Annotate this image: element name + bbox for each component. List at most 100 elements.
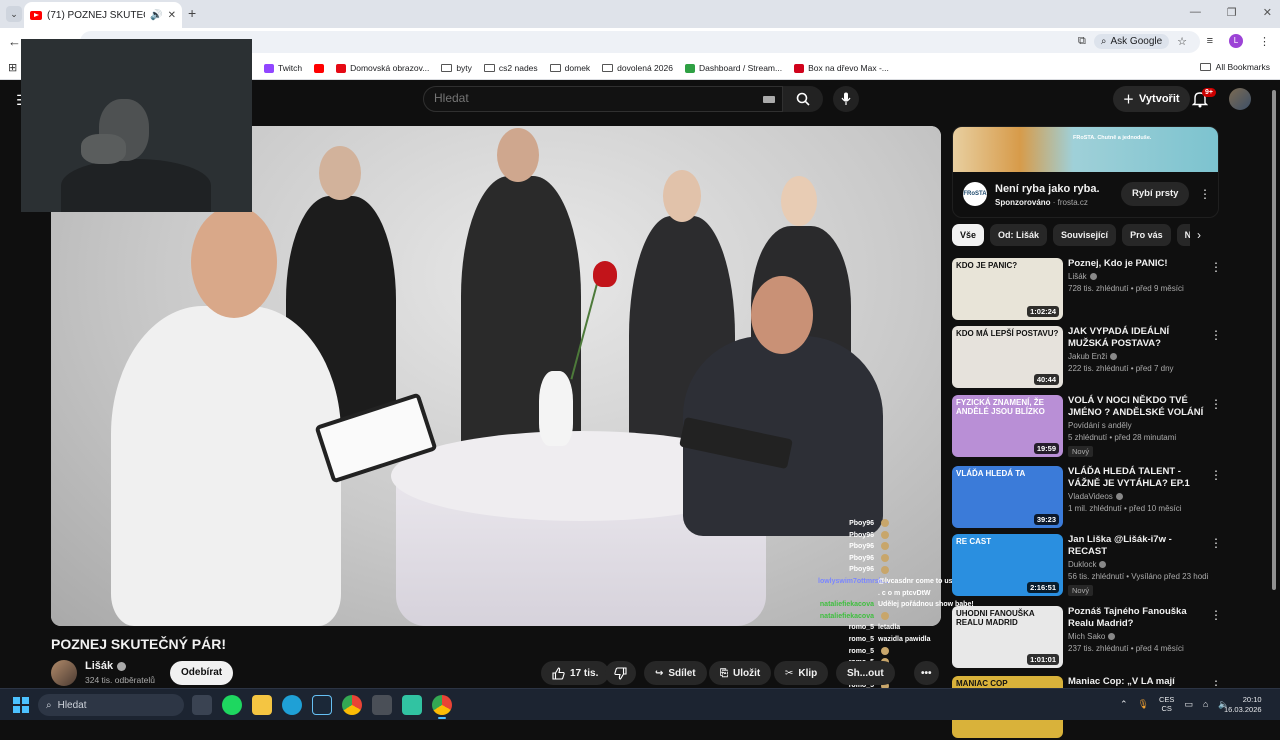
channel-name[interactable]: Lišák [85,660,127,672]
video-thumbnail[interactable]: VLÁĎA HLEDÁ TA 39:23 [952,466,1063,528]
language-indicator[interactable]: CES CS [1159,695,1174,713]
tray-chevron-icon[interactable]: ⌃ [1120,699,1128,710]
browser-menu-icon[interactable]: ⋮ [1259,35,1270,48]
tab-close-icon[interactable]: ✕ [168,10,176,21]
recommended-video[interactable]: KDO JE PANIC? 1:02:24 Poznej, Kdo je PANIC… [952,258,1222,322]
save-button[interactable]: ⎘ Uložit [709,661,772,685]
recommended-title[interactable]: VOLÁ V NOCI NĚKDO TVÉ JMÉNO ? ANDĚLSKÉ V… [1068,395,1208,419]
ad-cta-button[interactable]: Rybí prsty [1121,182,1190,206]
subscribe-button[interactable]: Odebírat [170,661,234,685]
browser-tab[interactable]: (71) POZNEJ SKUTEČNÝ PÁR! 🔊 ✕ [24,2,182,28]
clip-button[interactable]: ✂ Klip [774,661,829,685]
more-options-icon[interactable]: ⋮ [1210,260,1222,274]
recommended-video[interactable]: KDO MÁ LEPŠÍ POSTAVU? 40:44 JAK VYPADÁ IDE… [952,326,1222,390]
new-tab-icon[interactable]: + [188,5,196,21]
bookmark-item[interactable]: Domovská obrazov... [336,63,429,73]
audio-playing-icon[interactable]: 🔊 [150,10,162,21]
search-input[interactable] [434,91,754,105]
chrome-icon[interactable] [342,695,362,715]
back-icon[interactable]: ← [8,34,21,49]
channel-avatar[interactable] [51,660,77,686]
filter-chip[interactable]: Pro vás [1122,224,1171,246]
minimize-icon[interactable]: — [1190,6,1201,19]
network-icon[interactable]: ⌂ [1203,699,1208,709]
more-options-icon[interactable]: ⋮ [1210,608,1222,622]
video-thumbnail[interactable]: RE CAST 2:16:51 [952,534,1063,596]
bookmark-item[interactable]: dovolená 2026 [602,63,673,73]
filter-chip[interactable]: Vše [952,224,985,246]
all-bookmarks-button[interactable]: All Bookmarks [1199,62,1270,72]
voice-search-button[interactable] [833,86,859,112]
filter-chip[interactable]: Od: Lišák [990,224,1048,246]
account-avatar[interactable] [1229,88,1251,110]
bookmark-item[interactable]: Dashboard / Stream... [684,63,782,73]
video-thumbnail[interactable]: UHODNI FANOUŠKA REALU MADRID 1:01:01 [952,606,1063,668]
page-scrollbar[interactable] [1272,90,1276,590]
bookmark-item[interactable] [314,63,325,73]
chips-next-icon[interactable]: › [1197,228,1201,242]
recommended-channel[interactable]: VladaVideos [1068,492,1123,501]
recommended-video[interactable]: RE CAST 2:16:51 Jan Liška @Lišák-i7w - REC… [952,534,1222,598]
recommended-title[interactable]: VLÁĎA HLEDÁ TALENT - VÁŽNĚ JE VYTÁHLA? E… [1068,466,1208,490]
start-button[interactable] [13,697,29,713]
maximize-icon[interactable]: ❐ [1227,6,1237,19]
recommended-title[interactable]: Poznej, Kdo je PANIC! [1068,258,1208,270]
more-actions-button[interactable]: ••• [914,661,939,685]
keyboard-icon[interactable] [763,96,775,103]
file-explorer-icon[interactable] [252,695,272,715]
media-control-icon[interactable]: ≡ [1207,35,1213,47]
more-options-icon[interactable]: ⋮ [1210,536,1222,550]
steam-icon[interactable] [312,695,332,715]
install-app-icon[interactable]: ⧉ [1078,35,1086,48]
app-icon[interactable] [372,695,392,715]
recommended-title[interactable]: JAK VYPADÁ IDEÁLNÍ MUŽSKÁ POSTAVA? [1068,326,1208,350]
search-button[interactable] [783,86,823,112]
taskbar-search[interactable]: ⌕ Hledat [38,694,184,716]
filter-chip[interactable]: Související [1053,224,1117,246]
bookmark-item[interactable]: Twitch [264,63,302,73]
tab-search-button[interactable]: ⌄ [6,6,22,22]
chrome-active-icon[interactable] [432,695,452,719]
microphone-icon[interactable]: 🎙 [1138,699,1149,710]
video-thumbnail[interactable]: KDO JE PANIC? 1:02:24 [952,258,1063,320]
clock[interactable]: 20:10 16.03.2026 [1224,695,1262,715]
share-button[interactable]: ↪ Sdílet [644,661,707,685]
streamlabs-icon[interactable] [402,695,422,715]
spotify-icon[interactable] [222,695,242,715]
task-view-icon[interactable] [192,695,212,715]
display-icon[interactable]: ▭ [1184,699,1193,710]
create-button[interactable]: ＋ Vytvořit [1113,86,1190,112]
video-thumbnail[interactable]: FYZICKÁ ZNAMENÍ, ŽE ANDĚLÉ JSOU BLÍZKO 19… [952,395,1063,457]
more-options-icon[interactable]: ⋮ [1210,468,1222,482]
ad-card[interactable]: FRoSTA. Chutně a jednoduše. FRoSTA Není … [952,126,1219,218]
apps-grid-icon[interactable]: ⊞ [8,61,17,74]
ask-google-button[interactable]: ⌕ Ask Google [1093,34,1170,49]
recommended-channel[interactable]: Lišák [1068,272,1097,281]
recommended-channel[interactable]: Povídání s anděly [1068,421,1132,430]
more-options-icon[interactable]: ⋮ [1210,397,1222,411]
profile-avatar[interactable]: L [1229,34,1243,48]
recommended-video[interactable]: FYZICKÁ ZNAMENÍ, ŽE ANDĚLÉ JSOU BLÍZKO 19… [952,395,1222,459]
more-options-icon[interactable]: ⋮ [1210,328,1222,342]
bookmark-item[interactable]: domek [549,63,590,73]
bookmark-item[interactable]: Box na dřevo Max -... [794,63,889,73]
recommended-title[interactable]: Jan Liška @Lišák-i7w - RECAST [1068,534,1208,558]
recommended-title[interactable]: Poznáš Tajného Fanouška Realu Madrid? [1068,606,1208,630]
shout-button[interactable]: Sh...out [836,661,895,685]
like-button[interactable]: 17 tis. [541,661,610,685]
bookmark-item[interactable]: byty [441,63,472,73]
dislike-button[interactable] [605,661,636,685]
video-thumbnail[interactable]: KDO MÁ LEPŠÍ POSTAVU? 40:44 [952,326,1063,388]
recommended-video[interactable]: VLÁĎA HLEDÁ TA 39:23 VLÁĎA HLEDÁ TALENT - … [952,466,1222,530]
recommended-channel[interactable]: Duklock [1068,560,1107,569]
bookmark-item[interactable]: cs2 nades [483,63,538,73]
edge-icon[interactable] [282,695,302,715]
search-box[interactable] [423,86,783,112]
filter-chip[interactable]: N [1176,224,1190,246]
recommended-channel[interactable]: Jakub Enži [1068,352,1118,361]
recommended-video[interactable]: UHODNI FANOUŠKA REALU MADRID 1:01:01 Pozná… [952,606,1222,670]
recommended-channel[interactable]: Mich Sako [1068,632,1116,641]
bookmark-star-icon[interactable]: ☆ [1177,35,1187,48]
ad-more-icon[interactable]: ⋮ [1199,187,1211,201]
close-window-icon[interactable]: ✕ [1263,6,1272,19]
